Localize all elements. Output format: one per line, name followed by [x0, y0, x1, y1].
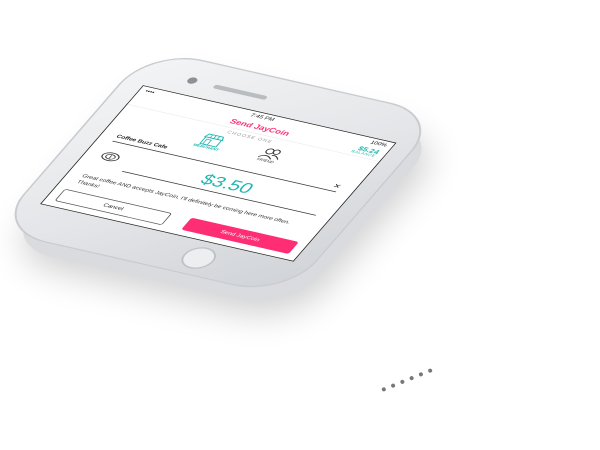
speaker-hole [381, 386, 387, 392]
merchant-option[interactable]: MERCHANT [192, 132, 230, 152]
phone-screen: •••• 7:45 PM 100% Send JayCoin $5.24 BAL… [40, 85, 397, 262]
signal-indicator: •••• [143, 88, 157, 95]
phone-frame: •••• 7:45 PM 100% Send JayCoin $5.24 BAL… [0, 48, 444, 298]
home-button[interactable] [174, 244, 223, 272]
coin-icon [94, 150, 124, 167]
speaker-hole [418, 371, 424, 377]
balance-display: $5.24 BALANCE [350, 145, 381, 159]
earpiece-speaker [212, 84, 269, 100]
close-icon[interactable]: ✕ [331, 182, 343, 190]
speaker-hole [390, 383, 396, 389]
speaker-hole [399, 379, 405, 385]
speaker-hole [409, 375, 415, 381]
front-camera [185, 76, 200, 85]
friend-option[interactable]: FRIEND [252, 146, 287, 166]
speaker-hole [427, 368, 433, 374]
product-mockup: •••• 7:45 PM 100% Send JayCoin $5.24 BAL… [0, 0, 600, 450]
speaker-grille [381, 368, 433, 392]
